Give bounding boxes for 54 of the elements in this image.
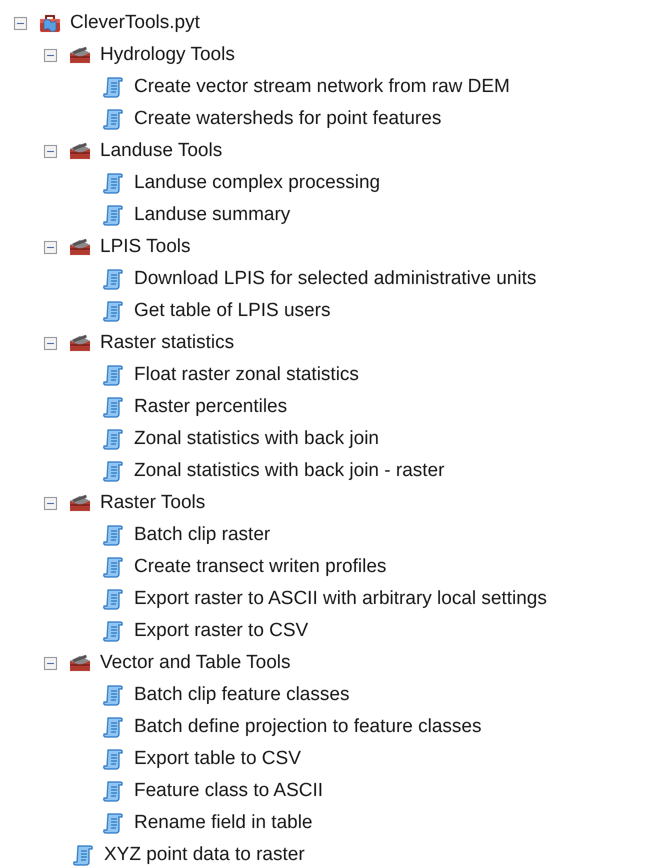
tree-item-label[interactable]: CleverTools.pyt xyxy=(70,12,200,34)
tree-item-label[interactable]: Raster Tools xyxy=(100,492,206,514)
tree-item-label[interactable]: Raster statistics xyxy=(100,332,234,354)
collapse-toggle[interactable] xyxy=(44,656,57,670)
collapse-toggle[interactable] xyxy=(44,336,57,350)
script-icon xyxy=(102,203,126,227)
script-icon xyxy=(72,843,96,867)
script-icon xyxy=(102,299,126,323)
tree-item-label[interactable]: Hydrology Tools xyxy=(100,44,235,66)
tree-item-label[interactable]: Batch clip raster xyxy=(134,524,270,546)
script-icon xyxy=(102,459,126,483)
script-icon xyxy=(102,683,126,707)
script-icon xyxy=(102,779,126,803)
collapse-toggle[interactable] xyxy=(44,144,57,158)
script-icon xyxy=(102,587,126,611)
script-icon xyxy=(102,555,126,579)
tree-item-label[interactable]: Create transect writen profiles xyxy=(134,556,386,578)
collapse-toggle[interactable] xyxy=(44,240,57,254)
tree-item-label[interactable]: Rename field in table xyxy=(134,812,312,834)
tree-item-label[interactable]: Get table of LPIS users xyxy=(134,300,330,322)
script-icon xyxy=(102,395,126,419)
tree-item-label[interactable]: Zonal statistics with back join xyxy=(134,428,379,450)
script-icon xyxy=(102,363,126,387)
tree-item-label[interactable]: Float raster zonal statistics xyxy=(134,364,359,386)
script-icon xyxy=(102,811,126,835)
tree-item-label[interactable]: Raster percentiles xyxy=(134,396,288,418)
script-icon xyxy=(102,523,126,547)
tree-item-label[interactable]: Batch define projection to feature classes xyxy=(134,716,482,738)
tree-item-label[interactable]: Create watersheds for point features xyxy=(134,108,442,130)
script-icon xyxy=(102,427,126,451)
script-icon xyxy=(102,75,126,99)
collapse-toggle[interactable] xyxy=(44,48,57,62)
collapse-toggle[interactable] xyxy=(44,496,57,510)
tree-item-label[interactable]: Batch clip feature classes xyxy=(134,684,350,706)
script-icon xyxy=(102,747,126,771)
tree-item-label[interactable]: Landuse Tools xyxy=(100,140,222,162)
script-icon xyxy=(102,267,126,291)
tree-item-label[interactable]: Create vector stream network from raw DEM xyxy=(134,76,510,98)
script-icon xyxy=(102,171,126,195)
tree-item-label[interactable]: Export raster to ASCII with arbitrary local settings xyxy=(134,588,547,610)
script-icon xyxy=(102,715,126,739)
tree-item-label[interactable]: LPIS Tools xyxy=(100,236,190,258)
collapse-toggle[interactable] xyxy=(14,16,27,30)
tree-item-label[interactable]: Export raster to CSV xyxy=(134,620,308,642)
tree-item-label[interactable]: XYZ point data to raster xyxy=(104,844,305,866)
tree-item-label[interactable]: Landuse summary xyxy=(134,204,290,226)
tree-item-label[interactable]: Feature class to ASCII xyxy=(134,780,324,802)
script-icon xyxy=(102,107,126,131)
tree-item-label[interactable]: Zonal statistics with back join - raster xyxy=(134,460,444,482)
script-icon xyxy=(102,619,126,643)
tree-item-label[interactable]: Vector and Table Tools xyxy=(100,652,290,674)
tree-item-label[interactable]: Landuse complex processing xyxy=(134,172,380,194)
tree-item-label[interactable]: Export table to CSV xyxy=(134,748,301,770)
tree-item-label[interactable]: Download LPIS for selected administrative units xyxy=(134,268,536,290)
